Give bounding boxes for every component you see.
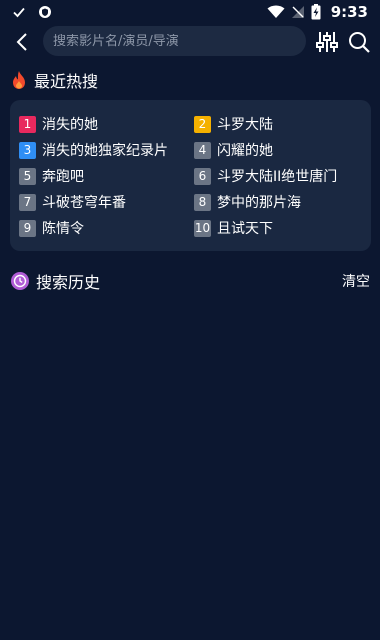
- hot-item-name: 消失的她: [42, 117, 98, 133]
- search-input[interactable]: [53, 33, 306, 49]
- chevron-left-icon: [16, 33, 27, 51]
- hot-item[interactable]: 9 陈情令: [19, 219, 84, 237]
- rank-badge: 9: [19, 219, 36, 237]
- hot-item-name: 梦中的那片海: [217, 195, 301, 211]
- rank-badge: 4: [194, 141, 211, 159]
- hot-item[interactable]: 6 斗罗大陆II绝世唐门: [194, 167, 337, 185]
- hot-item-name: 斗罗大陆: [217, 117, 273, 133]
- rank-badge: 2: [194, 115, 211, 133]
- search-button[interactable]: [346, 28, 372, 56]
- rank-badge: 10: [194, 219, 211, 237]
- back-button[interactable]: [10, 28, 34, 56]
- rank-badge: 5: [19, 167, 36, 185]
- rank-badge: 7: [19, 193, 36, 211]
- status-time: 9:33: [330, 3, 368, 21]
- search-box[interactable]: [43, 26, 306, 56]
- hot-search-panel: 1 消失的她 2 斗罗大陆 3 消失的她独家纪录片 4 闪耀的她 5 奔跑吧 6…: [10, 100, 371, 251]
- history-icon: [11, 272, 29, 290]
- rank-badge: 1: [19, 115, 36, 133]
- hot-item-name: 且试天下: [217, 221, 273, 237]
- hot-item-name: 陈情令: [42, 221, 84, 237]
- hot-item-name: 奔跑吧: [42, 169, 84, 185]
- hot-item[interactable]: 7 斗破苍穹年番: [19, 193, 126, 211]
- hot-item[interactable]: 3 消失的她独家纪录片: [19, 141, 168, 159]
- hot-item[interactable]: 5 奔跑吧: [19, 167, 84, 185]
- filter-button[interactable]: [314, 28, 340, 56]
- hot-item[interactable]: 8 梦中的那片海: [194, 193, 301, 211]
- shield-icon: [38, 5, 52, 19]
- sliders-icon: [316, 32, 338, 52]
- clear-history-button[interactable]: 清空: [342, 271, 370, 291]
- rank-badge: 3: [19, 141, 36, 159]
- hot-item-name: 消失的她独家纪录片: [42, 143, 168, 159]
- hot-item-name: 斗破苍穹年番: [42, 195, 126, 211]
- check-icon: [12, 5, 26, 19]
- hot-item[interactable]: 4 闪耀的她: [194, 141, 273, 159]
- history-section-header: 搜索历史: [10, 269, 100, 293]
- hot-section-title: 最近热搜: [34, 72, 99, 91]
- wifi-icon: [267, 5, 285, 19]
- hot-section-header: 最近热搜: [10, 68, 98, 92]
- hot-item-name: 斗罗大陆II绝世唐门: [217, 169, 338, 185]
- status-left: [12, 5, 52, 19]
- rank-badge: 6: [194, 167, 211, 185]
- signal-off-icon: [291, 5, 305, 19]
- search-icon: [349, 32, 370, 53]
- hot-item-name: 闪耀的她: [217, 143, 273, 159]
- hot-item[interactable]: 2 斗罗大陆: [194, 115, 273, 133]
- rank-badge: 8: [194, 193, 211, 211]
- status-bar: 9:33: [0, 0, 380, 24]
- history-section-title: 搜索历史: [36, 273, 101, 292]
- search-header: [0, 26, 380, 58]
- hot-item[interactable]: 10 且试天下: [194, 219, 273, 237]
- battery-charging-icon: [311, 4, 321, 20]
- status-right: 9:33: [267, 3, 368, 21]
- fire-icon: [13, 71, 25, 89]
- hot-item[interactable]: 1 消失的她: [19, 115, 98, 133]
